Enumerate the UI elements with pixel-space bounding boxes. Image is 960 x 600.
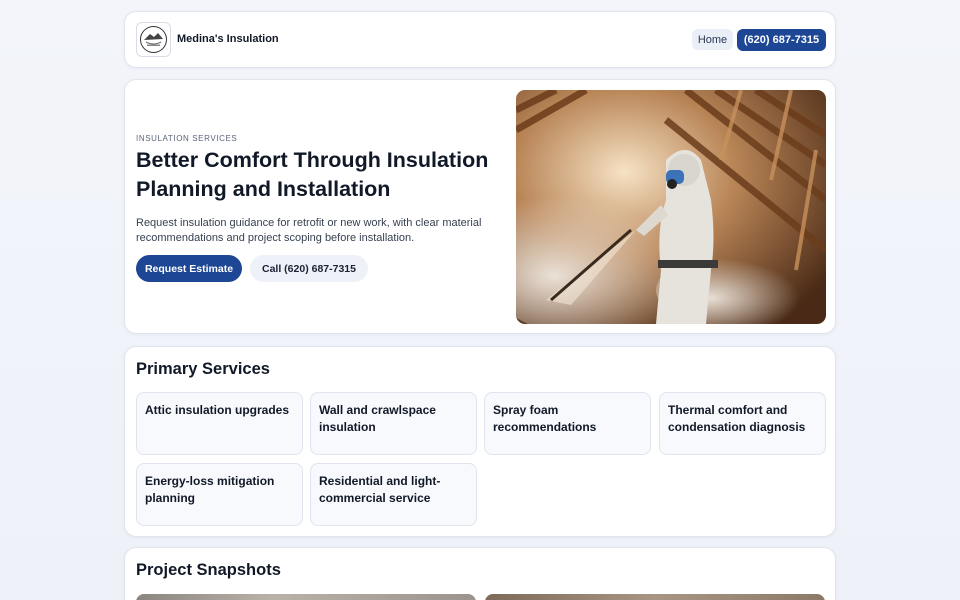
- hero-photo-illustration: [516, 90, 826, 324]
- nav-phone-button[interactable]: (620) 687-7315: [737, 29, 826, 51]
- request-estimate-button[interactable]: Request Estimate: [136, 255, 242, 282]
- site-header: Medina's Insulation Home (620) 687-7315: [124, 11, 836, 68]
- hero-description: Request insulation guidance for retrofit…: [136, 217, 482, 244]
- hero-section: INSULATION SERVICES Better Comfort Throu…: [124, 79, 836, 334]
- nav-home-link[interactable]: Home: [692, 29, 733, 50]
- spray-foam-worker-photo: [516, 90, 826, 324]
- service-card[interactable]: Energy-loss mitigation planning: [136, 463, 303, 526]
- project-snapshots-section: Project Snapshots: [124, 547, 836, 600]
- brand-name[interactable]: Medina's Insulation: [177, 33, 279, 45]
- call-phone-button[interactable]: Call (620) 687-7315: [250, 255, 368, 282]
- service-card[interactable]: Residential and light-commercial service: [310, 463, 477, 526]
- service-card[interactable]: Spray foam recommendations: [484, 392, 651, 455]
- snapshot-image[interactable]: [485, 594, 825, 600]
- snapshot-image[interactable]: [136, 594, 476, 600]
- services-title: Primary Services: [136, 360, 270, 378]
- primary-services-section: Primary Services Attic insulation upgrad…: [124, 346, 836, 537]
- hero-eyebrow: INSULATION SERVICES: [136, 134, 238, 143]
- snapshots-title: Project Snapshots: [136, 561, 281, 579]
- service-card[interactable]: Thermal comfort and condensation diagnos…: [659, 392, 826, 455]
- service-card[interactable]: Attic insulation upgrades: [136, 392, 303, 455]
- house-logo-icon: [140, 26, 167, 53]
- brand-logo[interactable]: [136, 22, 171, 57]
- hero-title: Better Comfort Through Insulation Planni…: [136, 148, 489, 201]
- service-card[interactable]: Wall and crawlspace insulation: [310, 392, 477, 455]
